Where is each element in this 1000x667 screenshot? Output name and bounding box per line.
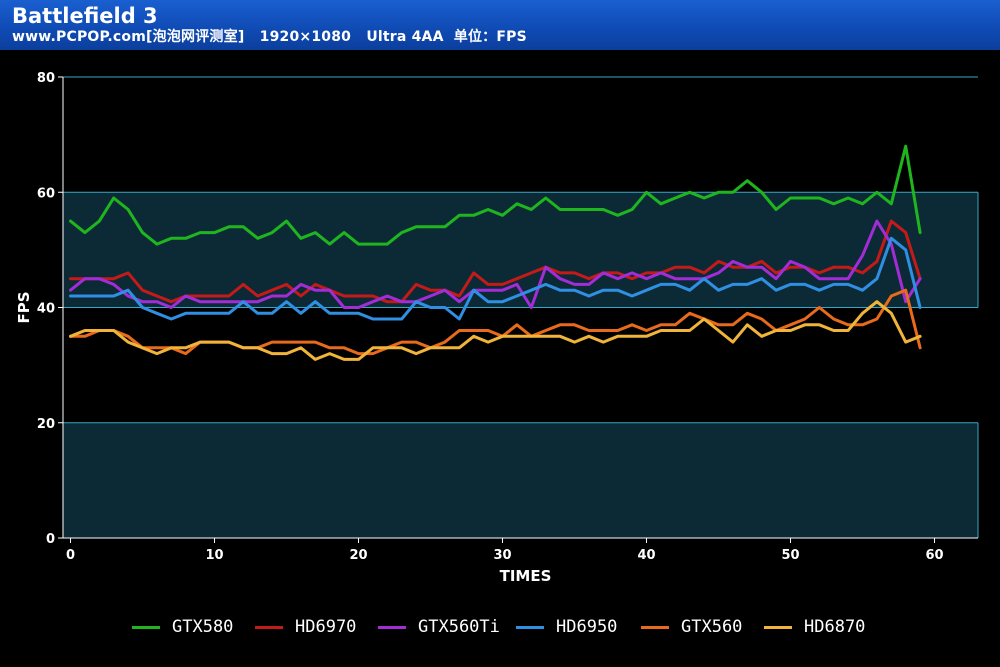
legend-swatch [378,626,406,629]
x-axis-title: TIMES [500,567,552,585]
legend-label: GTX560Ti [418,617,500,637]
legend-label: HD6870 [804,617,866,637]
x-tick-label: 50 [781,548,799,563]
chart-subtitle: www.PCPOP.com[泡泡网评测室] 1920×1080 Ultra 4A… [12,29,527,45]
chart-header: Battlefield 3 www.PCPOP.com[泡泡网评测室] 1920… [0,0,1000,50]
chart-legend: GTX580 HD6970 GTX560Ti HD6950 GTX560 HD6870 [0,612,1000,642]
legend-label: GTX580 [172,617,234,637]
legend-swatch [641,626,669,629]
chart-title: Battlefield 3 [12,4,158,28]
y-tick-label: 20 [37,417,55,432]
legend-swatch [764,626,792,629]
legend-swatch [516,626,544,629]
x-tick-label: 60 [925,548,943,563]
legend-label: GTX560 [681,617,743,637]
x-tick-label: 0 [66,548,75,563]
series-line-hd6870 [69,300,922,361]
x-tick-label: 20 [349,548,367,563]
y-tick-label: 0 [46,532,55,547]
plot-band-0-20 [63,422,978,538]
legend-swatch [132,626,160,629]
fps-line-chart: 0 20 40 60 80 0 10 20 30 40 50 60 TIMES FPS [15,71,979,585]
x-tick-label: 40 [637,548,655,563]
y-tick-label: 60 [37,186,55,201]
legend-label: HD6970 [295,617,357,637]
y-tick-label: 40 [37,302,55,317]
legend-swatch [255,626,283,629]
x-tick-label: 10 [205,548,223,563]
y-axis-title: FPS [15,291,33,323]
y-tick-label: 80 [37,71,55,86]
x-tick-label: 30 [493,548,511,563]
legend-label: HD6950 [556,617,618,637]
